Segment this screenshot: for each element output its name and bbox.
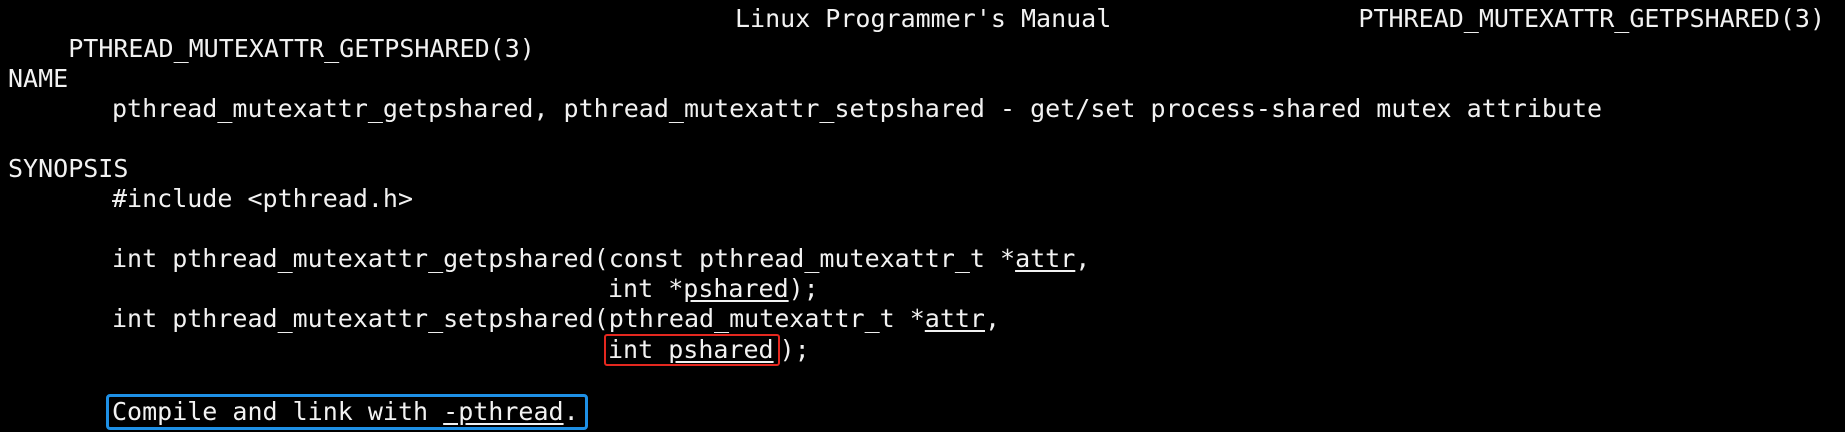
header-center: Linux Programmer's Manual [735,4,1112,33]
blue-highlight-box: Compile and link with -pthread. [106,394,588,430]
getpshared-prototype-line-2: int *pshared); [8,274,1845,304]
getpshared-attr-param: attr [1015,244,1076,273]
int-type: int [608,335,669,364]
man-header: PTHREAD_MUTEXATTR_GETPSHARED(3) Linux Pr… [8,4,1845,63]
close-paren: ); [788,274,819,303]
setpshared-attr-param: attr [924,304,985,333]
link-line: Compile and link with -pthread. [8,394,1845,430]
red-highlight-box: int pshared [604,334,780,366]
period: . [563,397,579,426]
int-pointer-type: int * [608,274,684,303]
header-right: PTHREAD_MUTEXATTR_GETPSHARED(3) [1358,4,1825,33]
getpshared-prototype-line-1: int pthread_mutexattr_getpshared(const p… [8,244,1845,274]
name-heading: NAME [8,64,69,93]
close-paren: ); [779,335,810,364]
setpshared-pshared-param: pshared [668,335,774,364]
name-description: pthread_mutexattr_getpshared, pthread_mu… [112,94,1603,123]
terminal-window[interactable]: PTHREAD_MUTEXATTR_GETPSHARED(3) Linux Pr… [0,0,1845,432]
link-text: Compile and link with [112,397,444,426]
synopsis-heading: SYNOPSIS [8,154,129,183]
setpshared-prototype-line-1: int pthread_mutexattr_setpshared(pthread… [8,304,1845,334]
include-line: #include <pthread.h> [112,184,414,213]
comma: , [1075,244,1091,273]
setpshared-prototype-line-2: int pshared); [8,334,1845,366]
pthread-flag: -pthread [443,397,564,426]
getpshared-pshared-param: pshared [683,274,789,303]
comma: , [985,304,1001,333]
getpshared-signature: int pthread_mutexattr_getpshared(const p… [112,244,1016,273]
setpshared-signature: int pthread_mutexattr_setpshared(pthread… [112,304,925,333]
